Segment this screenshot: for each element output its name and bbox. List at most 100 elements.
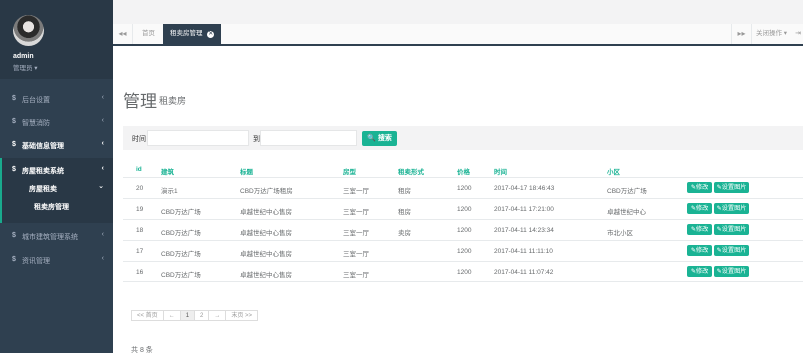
column-header-room-type[interactable]: 房型 bbox=[343, 166, 356, 176]
cell-title: 卓越世纪中心售房 bbox=[240, 230, 292, 237]
page-subtitle: 租卖房 bbox=[159, 96, 187, 106]
cell-title: CBD万达广场租房 bbox=[240, 188, 293, 195]
total-count: 共 8 条 bbox=[131, 347, 153, 353]
cell-price: 1200 bbox=[457, 206, 472, 213]
tab-label: 租卖房管理 bbox=[170, 30, 203, 37]
cell-room-type: 三室一厅 bbox=[343, 230, 369, 237]
column-header-rent-mode[interactable]: 租卖形式 bbox=[398, 166, 424, 176]
pagination: << 首页 ← 1 2 → 末页 >> bbox=[131, 310, 259, 321]
column-header-time[interactable]: 时间 bbox=[494, 166, 507, 176]
edit-button[interactable]: ✎修改 bbox=[687, 182, 712, 193]
edit-button[interactable]: ✎修改 bbox=[687, 245, 712, 256]
set-image-button[interactable]: ✎设置图片 bbox=[714, 266, 749, 277]
sidebar-item-label: 基础信息管理 bbox=[22, 143, 64, 150]
top-navbar bbox=[113, 0, 803, 24]
set-image-button[interactable]: ✎设置图片 bbox=[714, 224, 749, 235]
sidebar-item-city-building[interactable]: $ 城市建筑管理系统 ‹ bbox=[0, 225, 113, 248]
table-row: 16 CBD万达广场 卓越世纪中心售房 三室一厅 1200 2017-04-11… bbox=[123, 261, 803, 282]
cell-id: 19 bbox=[136, 206, 144, 213]
sidebar-item-house-rental-system[interactable]: $ 房屋租卖系统 ‹ bbox=[0, 159, 113, 182]
close-operations-dropdown[interactable]: 关闭操作 ▾ bbox=[751, 24, 790, 44]
cell-building: CBD万达广场 bbox=[161, 209, 201, 216]
sidebar-subgroup-label: 房屋租卖 bbox=[29, 186, 57, 193]
cell-time: 2017-04-11 11:11:10 bbox=[494, 248, 553, 255]
cell-building: 演示1 bbox=[161, 188, 178, 195]
sidebar-item-smart-fire[interactable]: $ 智慧消防 ‹ bbox=[0, 111, 113, 134]
set-image-button[interactable]: ✎设置图片 bbox=[714, 203, 749, 214]
chevron-left-icon: ‹ bbox=[101, 117, 104, 124]
tab-home[interactable]: 首页 bbox=[135, 24, 162, 44]
pager-next-button[interactable]: → bbox=[209, 311, 227, 320]
pager-page-1[interactable]: 1 bbox=[180, 311, 196, 320]
edit-button[interactable]: ✎修改 bbox=[687, 224, 712, 235]
pager-page-2[interactable]: 2 bbox=[195, 311, 210, 320]
sidebar-subitem-label: 租卖房管理 bbox=[34, 204, 69, 211]
column-header-id[interactable]: id bbox=[136, 166, 142, 173]
page-title: 管理 bbox=[123, 92, 157, 111]
profile-role-dropdown[interactable]: 管理员 ▾ bbox=[13, 62, 38, 72]
dollar-icon: $ bbox=[12, 166, 16, 173]
cell-room-type: 三室一厅 bbox=[343, 251, 369, 258]
cell-rent-mode: 卖房 bbox=[398, 230, 411, 237]
sidebar-subitem-rental-management[interactable]: 租卖房管理 bbox=[0, 199, 113, 213]
cell-building: CBD万达广场 bbox=[161, 272, 201, 279]
dollar-icon: $ bbox=[12, 232, 16, 239]
cell-price: 1200 bbox=[457, 269, 472, 276]
column-header-building[interactable]: 建筑 bbox=[161, 166, 174, 176]
sidebar-item-basic-info[interactable]: $ 基础信息管理 ‹ bbox=[0, 134, 113, 157]
set-image-button[interactable]: ✎设置图片 bbox=[714, 245, 749, 256]
column-header-community[interactable]: 小区 bbox=[607, 166, 620, 176]
tab-rental-management[interactable]: 租卖房管理 ✕ bbox=[163, 24, 222, 44]
table-row: 20 演示1 CBD万达广场租房 三室一厅 租房 1200 2017-04-17… bbox=[123, 177, 803, 198]
sidebar-subgroup-house-rental[interactable]: 房屋租卖 ⌄ bbox=[0, 180, 113, 194]
cell-id: 16 bbox=[136, 269, 144, 276]
sidebar-item-label: 智慧消防 bbox=[22, 120, 50, 127]
chevron-left-icon: ‹ bbox=[101, 140, 104, 147]
cell-price: 1200 bbox=[457, 227, 472, 234]
cell-title: 卓越世纪中心售房 bbox=[240, 251, 292, 258]
time-label: 时间 bbox=[132, 136, 146, 143]
cell-time: 2017-04-17 18:46:43 bbox=[494, 185, 555, 192]
tabs-scroll-right-button[interactable]: ▸▸ bbox=[731, 24, 751, 44]
table-row: 19 CBD万达广场 卓越世纪中心售房 三室一厅 租房 1200 2017-04… bbox=[123, 198, 803, 219]
cell-time: 2017-04-11 14:23:34 bbox=[494, 227, 554, 234]
set-image-button[interactable]: ✎设置图片 bbox=[714, 182, 749, 193]
cell-community: CBD万达广场 bbox=[607, 188, 647, 195]
column-header-title[interactable]: 标题 bbox=[240, 166, 253, 176]
end-time-input[interactable] bbox=[260, 130, 357, 146]
sidebar: admin 管理员 ▾ $ 后台设置 ‹ $ 智慧消防 ‹ $ 基础信息管理 ‹… bbox=[0, 0, 113, 353]
chevron-down-icon: ⌄ bbox=[98, 183, 104, 190]
pager-prev-button[interactable]: ← bbox=[164, 311, 181, 320]
edit-button[interactable]: ✎修改 bbox=[687, 266, 712, 277]
sidebar-item-news[interactable]: $ 资讯管理 ‹ bbox=[0, 249, 113, 272]
cell-id: 20 bbox=[136, 185, 144, 192]
dollar-icon: $ bbox=[12, 118, 16, 125]
cell-room-type: 三室一厅 bbox=[343, 188, 369, 195]
cell-title: 卓越世纪中心售房 bbox=[240, 272, 292, 279]
cell-id: 17 bbox=[136, 248, 144, 255]
exit-icon[interactable]: ⇥ bbox=[795, 24, 801, 44]
cell-id: 18 bbox=[136, 227, 144, 234]
chevron-left-icon: ‹ bbox=[101, 165, 104, 172]
edit-button[interactable]: ✎修改 bbox=[687, 203, 712, 214]
sidebar-item-label: 房屋租卖系统 bbox=[22, 168, 64, 175]
tabs-scroll-left-button[interactable]: ◂◂ bbox=[113, 24, 133, 44]
profile-name[interactable]: admin bbox=[13, 53, 34, 60]
search-button[interactable]: 🔍 搜索 bbox=[362, 131, 397, 146]
pager-first-button[interactable]: << 首页 bbox=[132, 311, 164, 320]
cell-building: CBD万达广场 bbox=[161, 251, 201, 258]
column-header-price[interactable]: 价格 bbox=[457, 166, 470, 176]
chevron-left-icon: ‹ bbox=[101, 231, 104, 238]
chevron-left-icon: ‹ bbox=[101, 255, 104, 262]
avatar[interactable] bbox=[13, 15, 44, 46]
cell-time: 2017-04-11 11:07:42 bbox=[494, 269, 554, 276]
dollar-icon: $ bbox=[12, 141, 16, 148]
start-time-input[interactable] bbox=[147, 130, 249, 146]
sidebar-item-backend-settings[interactable]: $ 后台设置 ‹ bbox=[0, 88, 113, 111]
cell-rent-mode: 租房 bbox=[398, 209, 411, 216]
cell-time: 2017-04-11 17:21:00 bbox=[494, 206, 554, 213]
dollar-icon: $ bbox=[12, 95, 16, 102]
pager-last-button[interactable]: 末页 >> bbox=[226, 311, 257, 320]
close-icon[interactable]: ✕ bbox=[207, 31, 215, 38]
cell-building: CBD万达广场 bbox=[161, 230, 201, 237]
